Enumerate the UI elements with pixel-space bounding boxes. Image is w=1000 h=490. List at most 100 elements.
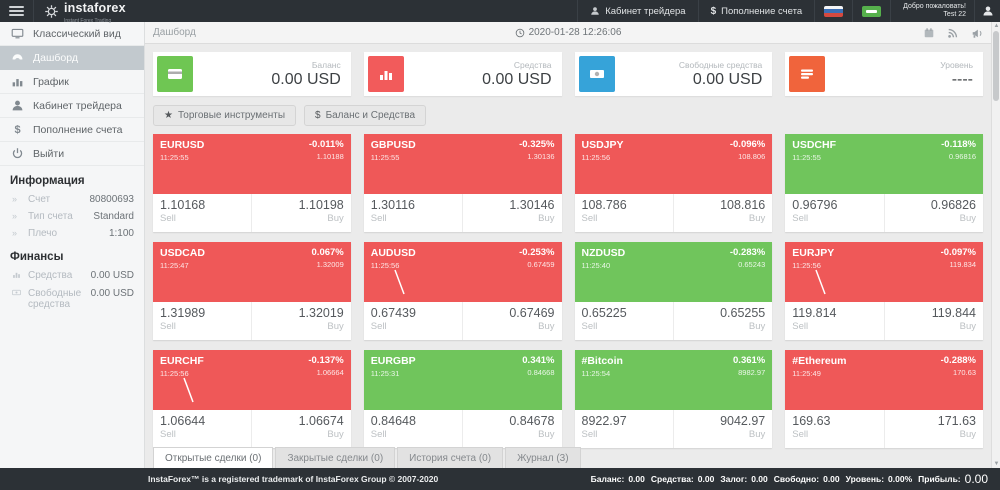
buy-quote[interactable]: 1.30146 Buy: [462, 194, 561, 232]
sell-quote[interactable]: 1.31989 Sell: [153, 302, 251, 340]
tile-header[interactable]: #Bitcoin 11:25:54 0.361% 8982.97: [575, 350, 773, 410]
tile-header[interactable]: EURGBP 11:25:31 0.341% 0.84668: [364, 350, 562, 410]
buy-quote[interactable]: 0.67469 Buy: [462, 302, 561, 340]
instrument-tile-usdjpy: USDJPY 11:25:56 -0.096% 108.806 108.786 …: [575, 134, 773, 232]
change-percent: -0.325%: [519, 139, 554, 150]
stat-card-free-margin: Свободные средства 0.00 USD: [575, 52, 773, 96]
sell-quote[interactable]: 8922.97 Sell: [575, 410, 673, 448]
scroll-up-arrow[interactable]: ▲: [993, 22, 1000, 30]
tile-header[interactable]: EURCHF 11:25:56 -0.137% 1.06664: [153, 350, 351, 410]
stat-card-equity: Средства 0.00 USD: [364, 52, 562, 96]
tile-header[interactable]: #Ethereum 11:25:49 -0.288% 170.63: [785, 350, 983, 410]
tile-header[interactable]: NZDUSD 11:25:40 -0.283% 0.65243: [575, 242, 773, 302]
buy-quote[interactable]: 1.10198 Buy: [251, 194, 350, 232]
tile-header[interactable]: USDCHF 11:25:55 -0.118% 0.96816: [785, 134, 983, 194]
tab-journal[interactable]: Журнал (3): [505, 447, 581, 468]
quote-time: 11:25:55: [792, 153, 836, 162]
buy-quote[interactable]: 9042.97 Buy: [673, 410, 772, 448]
buy-quote[interactable]: 1.32019 Buy: [251, 302, 350, 340]
change-percent: 0.067%: [312, 247, 344, 258]
sell-quote[interactable]: 1.10168 Sell: [153, 194, 251, 232]
stat-card-balance: Баланс 0.00 USD: [153, 52, 351, 96]
copyright-text: InstaForex™ is a registered trademark of…: [148, 474, 438, 484]
last-price: 1.30136: [519, 152, 554, 161]
tile-header[interactable]: EURJPY 11:25:56 -0.097% 119.834: [785, 242, 983, 302]
flag-russia-icon[interactable]: [814, 0, 852, 22]
menu-toggle-icon[interactable]: [0, 0, 34, 22]
instrument-tile-usdchf: USDCHF 11:25:55 -0.118% 0.96816 0.96796 …: [785, 134, 983, 232]
sidebar-item-chart[interactable]: График: [0, 70, 144, 94]
calendar-icon[interactable]: [923, 27, 935, 39]
change-percent: -0.137%: [308, 355, 343, 366]
last-price: 0.67459: [519, 260, 554, 269]
buy-quote[interactable]: 0.84678 Buy: [462, 410, 561, 448]
tab-closed-trades[interactable]: Закрытые сделки (0): [275, 447, 395, 468]
instrument-symbol: #Bitcoin: [582, 355, 623, 367]
sell-quote[interactable]: 0.96796 Sell: [785, 194, 883, 232]
stat-value: 0.00 USD: [404, 70, 552, 89]
last-price: 1.06664: [308, 368, 343, 377]
sidebar-item-classic-view[interactable]: Классический вид: [0, 22, 144, 46]
instrument-symbol: AUDUSD: [371, 247, 416, 259]
last-price: 0.84668: [522, 368, 554, 377]
buy-quote[interactable]: 0.65255 Buy: [673, 302, 772, 340]
sell-quote[interactable]: 119.814 Sell: [785, 302, 883, 340]
buy-quote[interactable]: 0.96826 Buy: [884, 194, 983, 232]
banknote-icon: [579, 56, 615, 92]
sidebar-item-deposit[interactable]: $ Пополнение счета: [0, 118, 144, 142]
scroll-down-arrow[interactable]: ▼: [993, 460, 1000, 468]
sell-quote[interactable]: 1.30116 Sell: [364, 194, 462, 232]
desktop-icon: [11, 27, 24, 40]
tile-header[interactable]: GBPUSD 11:25:55 -0.325% 1.30136: [364, 134, 562, 194]
sidebar-item-logout[interactable]: Выйти: [0, 142, 144, 166]
tile-header[interactable]: AUDUSD 11:25:56 -0.253% 0.67459: [364, 242, 562, 302]
brand-logo[interactable]: instaforex Instant Forex Trading: [34, 0, 136, 24]
instrument-tile-eurgbp: EURGBP 11:25:31 0.341% 0.84668 0.84648 S…: [364, 350, 562, 448]
vertical-scrollbar[interactable]: ▲ ▼: [991, 22, 1000, 468]
info-row-leverage: » Плечо 1:100: [0, 225, 144, 242]
tile-header[interactable]: USDJPY 11:25:56 -0.096% 108.806: [575, 134, 773, 194]
trading-instruments-button[interactable]: ★ Торговые инструменты: [153, 105, 296, 126]
user-avatar[interactable]: [974, 0, 1000, 22]
tab-open-trades[interactable]: Открытые сделки (0): [153, 447, 273, 468]
buy-quote[interactable]: 1.06674 Buy: [251, 410, 350, 448]
stat-value: ----: [825, 70, 973, 89]
tile-header[interactable]: EURUSD 11:25:55 -0.011% 1.10188: [153, 134, 351, 194]
sparkline: [181, 375, 197, 405]
sell-quote[interactable]: 169.63 Sell: [785, 410, 883, 448]
quote-time: 11:25:55: [371, 153, 416, 162]
flag-green-icon[interactable]: [852, 0, 890, 22]
star-icon: ★: [164, 110, 173, 121]
instrument-symbol: GBPUSD: [371, 139, 416, 151]
deposit-link[interactable]: $ Пополнение счета: [698, 0, 815, 22]
bar-chart-icon: [12, 270, 23, 282]
sidebar-item-dashboard[interactable]: Дашборд: [0, 46, 144, 70]
last-price: 1.32009: [312, 260, 344, 269]
last-price: 108.806: [730, 152, 765, 161]
trader-cabinet-link[interactable]: Кабинет трейдера: [577, 0, 697, 22]
balance-funds-button[interactable]: $ Баланс и Средства: [304, 105, 426, 126]
buy-quote[interactable]: 171.63 Buy: [884, 410, 983, 448]
sell-quote[interactable]: 0.84648 Sell: [364, 410, 462, 448]
sell-quote[interactable]: 1.06644 Sell: [153, 410, 251, 448]
stat-value: 0.00 USD: [615, 70, 763, 89]
instrument-tile-audusd: AUDUSD 11:25:56 -0.253% 0.67459 0.67439 …: [364, 242, 562, 340]
instrument-tile-ethereum: #Ethereum 11:25:49 -0.288% 170.63 169.63…: [785, 350, 983, 448]
last-price: 0.96816: [941, 152, 976, 161]
stats-row: Баланс 0.00 USD Средства 0.00 USD Свобод…: [145, 44, 991, 100]
megaphone-icon[interactable]: [971, 27, 983, 39]
sidebar-item-trader-cabinet[interactable]: Кабинет трейдера: [0, 94, 144, 118]
scrollbar-thumb[interactable]: [993, 31, 999, 101]
credit-card-icon: [157, 56, 193, 92]
instruments-grid: EURUSD 11:25:55 -0.011% 1.10188 1.10168 …: [145, 130, 991, 448]
buy-quote[interactable]: 119.844 Buy: [884, 302, 983, 340]
rss-icon[interactable]: [947, 27, 959, 39]
sell-quote[interactable]: 0.67439 Sell: [364, 302, 462, 340]
tile-header[interactable]: USDCAD 11:25:47 0.067% 1.32009: [153, 242, 351, 302]
sell-quote[interactable]: 0.65225 Sell: [575, 302, 673, 340]
change-percent: -0.097%: [941, 247, 976, 258]
buy-quote[interactable]: 108.816 Buy: [673, 194, 772, 232]
sell-quote[interactable]: 108.786 Sell: [575, 194, 673, 232]
quote-time: 11:25:55: [160, 153, 204, 162]
tab-account-history[interactable]: История счета (0): [397, 447, 503, 468]
